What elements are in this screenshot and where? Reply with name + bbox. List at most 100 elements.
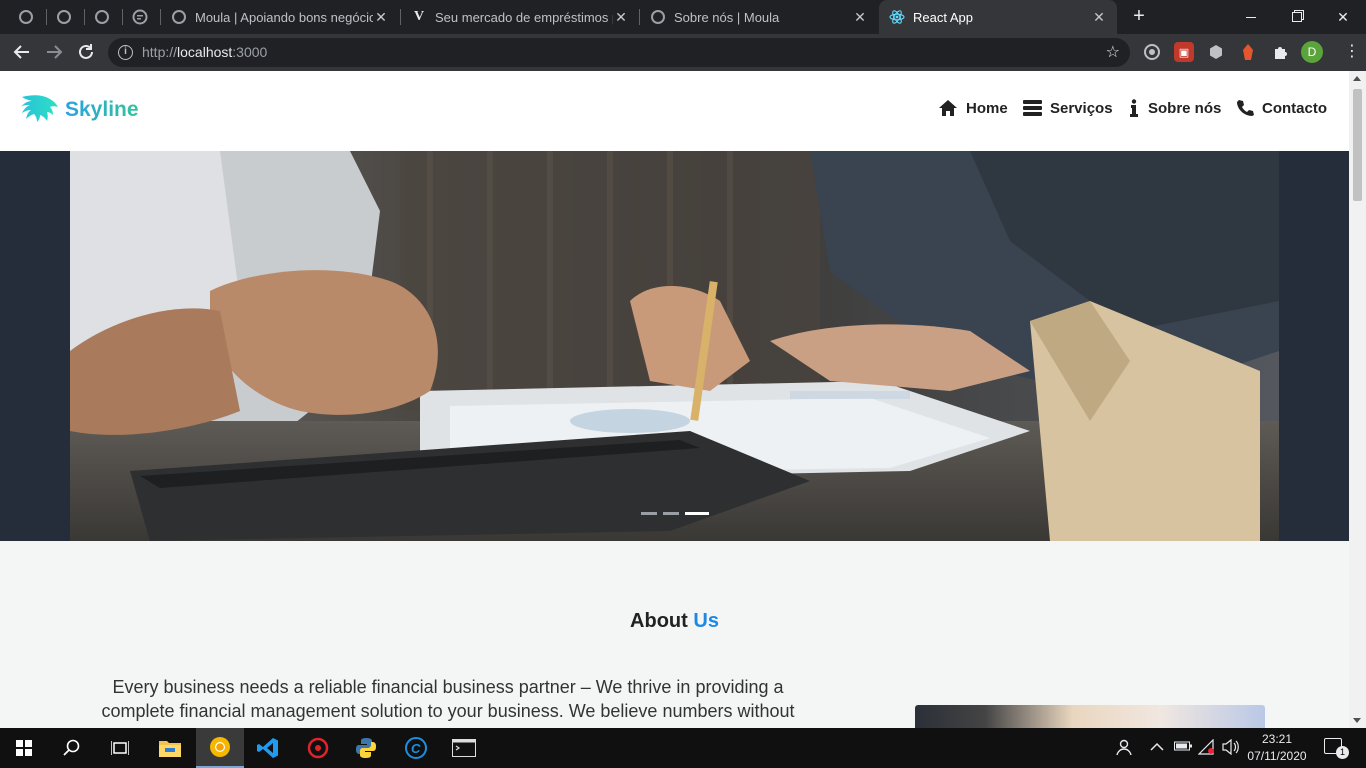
tab-title: Moula | Apoiando bons negócios — [195, 9, 373, 25]
about-paragraph: Every business needs a reliable financia… — [101, 677, 795, 721]
new-tab-button[interactable]: + — [1128, 5, 1150, 27]
nav-services[interactable]: Serviços — [1023, 99, 1113, 117]
extension-orange-icon[interactable] — [1238, 42, 1258, 62]
forward-arrow-icon — [47, 45, 63, 59]
carousel-indicator-3[interactable] — [685, 512, 709, 515]
taskbar-clock[interactable]: 23:21 07/11/2020 — [1244, 731, 1310, 765]
profile-avatar[interactable]: D — [1301, 41, 1323, 63]
python-taskbar-button[interactable] — [342, 728, 390, 768]
tab-moula-home[interactable]: Moula | Apoiando bons negócios ✕ — [161, 0, 399, 34]
browser-menu-icon[interactable]: ⋮ — [1344, 42, 1360, 62]
browser-toolbar: i http://localhost:3000 ☆ ▣ D ⋮ — [0, 34, 1366, 71]
globe-icon — [171, 9, 187, 25]
volume-icon[interactable] — [1222, 738, 1240, 758]
tab-moula-about[interactable]: Sobre nós | Moula ✕ — [640, 0, 878, 34]
extension-target-icon[interactable] — [1142, 42, 1162, 62]
url-text[interactable]: http://localhost:3000 — [142, 44, 267, 60]
tab-loans-market[interactable]: V Seu mercado de empréstimos pa ✕ — [401, 0, 639, 34]
site-info-icon[interactable]: i — [118, 45, 133, 60]
nav-contact-label: Contacto — [1262, 99, 1327, 117]
vscode-taskbar-button[interactable] — [244, 728, 292, 768]
file-explorer-icon — [159, 741, 181, 757]
url-protocol: http:// — [142, 44, 178, 60]
ccleaner-icon: C — [405, 737, 427, 759]
back-arrow-icon — [13, 45, 29, 59]
pinned-tab-2[interactable] — [46, 6, 82, 28]
close-tab-icon[interactable]: ✕ — [852, 9, 868, 26]
forward-button[interactable] — [42, 40, 66, 64]
site-logo[interactable]: Skyline — [20, 93, 139, 127]
extension-cube-icon[interactable] — [1206, 42, 1226, 62]
minimize-icon — [1246, 16, 1256, 18]
close-tab-icon[interactable]: ✕ — [1091, 9, 1107, 26]
tab-title: Sobre nós | Moula — [674, 9, 780, 25]
reload-icon — [79, 44, 93, 59]
tab-react-app[interactable]: React App ✕ — [879, 0, 1117, 34]
battery-icon[interactable] — [1174, 740, 1192, 755]
pinned-tab-3[interactable] — [84, 6, 120, 28]
v-logo-icon: V — [413, 9, 425, 24]
about-heading-main: About — [630, 610, 688, 632]
page-viewport: Skyline Home Serviços Sobre nós Contacto — [0, 71, 1349, 728]
windows-taskbar: C 23:21 07/11/2020 1 — [0, 728, 1366, 768]
scrollbar-thumb[interactable] — [1353, 89, 1362, 201]
url-port: :3000 — [232, 44, 268, 60]
bookmark-star-icon[interactable]: ☆ — [1106, 42, 1120, 62]
opera-taskbar-button[interactable] — [294, 728, 342, 768]
page-scrollbar[interactable] — [1349, 71, 1366, 728]
home-icon — [938, 99, 958, 117]
taskbar-search-button[interactable] — [48, 728, 96, 768]
extensions-puzzle-icon[interactable] — [1270, 42, 1290, 62]
opera-icon — [307, 737, 329, 759]
globe-icon — [650, 9, 666, 25]
react-icon — [889, 9, 905, 25]
search-icon — [63, 739, 80, 756]
restore-button[interactable] — [1274, 0, 1320, 34]
start-icon — [16, 740, 32, 756]
task-view-button[interactable] — [96, 728, 144, 768]
nav-services-label: Serviços — [1050, 99, 1113, 117]
minimize-button[interactable] — [1228, 0, 1274, 34]
notification-badge: 1 — [1336, 746, 1349, 759]
action-center-icon[interactable]: 1 — [1324, 738, 1349, 759]
task-view-icon — [111, 741, 129, 755]
clock-date: 07/11/2020 — [1247, 749, 1307, 763]
ccleaner-taskbar-button[interactable]: C — [392, 728, 440, 768]
extension-red-icon[interactable]: ▣ — [1174, 42, 1194, 62]
scroll-up-arrow-icon[interactable] — [1353, 76, 1361, 81]
network-icon[interactable] — [1197, 738, 1216, 758]
nav-contact[interactable]: Contacto — [1236, 99, 1327, 117]
chat-icon — [132, 9, 148, 25]
browser-tab-strip: Moula | Apoiando bons negócios ✕ V Seu m… — [0, 0, 1366, 34]
carousel-indicator-1[interactable] — [641, 512, 657, 515]
url-host: localhost — [177, 44, 233, 60]
address-bar[interactable]: i http://localhost:3000 ☆ — [108, 38, 1130, 67]
start-button[interactable] — [0, 728, 48, 768]
terminal-icon — [452, 739, 476, 757]
globe-icon — [19, 10, 33, 24]
terminal-taskbar-button[interactable] — [440, 728, 488, 768]
nav-home-label: Home — [966, 99, 1008, 117]
svg-text:C: C — [411, 741, 421, 756]
globe-icon — [57, 10, 71, 24]
close-window-button[interactable]: ✕ — [1320, 0, 1366, 34]
pinned-tab-4[interactable] — [122, 6, 158, 28]
hero-image-business-meeting — [70, 151, 1279, 541]
about-image — [915, 705, 1265, 728]
about-heading-accent: Us — [693, 610, 719, 632]
nav-home[interactable]: Home — [938, 99, 1008, 117]
carousel-indicators — [641, 512, 715, 515]
back-button[interactable] — [10, 40, 34, 64]
pinned-tab-1[interactable] — [8, 6, 44, 28]
close-tab-icon[interactable]: ✕ — [613, 9, 629, 26]
people-icon[interactable] — [1115, 738, 1133, 759]
site-header: Skyline Home Serviços Sobre nós Contacto — [0, 71, 1349, 151]
nav-about[interactable]: Sobre nós — [1128, 99, 1221, 117]
scroll-down-arrow-icon[interactable] — [1353, 718, 1361, 723]
carousel-indicator-2[interactable] — [663, 512, 679, 515]
chrome-taskbar-button[interactable] — [196, 728, 244, 768]
close-tab-icon[interactable]: ✕ — [373, 9, 389, 26]
tray-expand-icon[interactable] — [1150, 740, 1164, 755]
reload-button[interactable] — [74, 40, 98, 64]
file-explorer-button[interactable] — [146, 728, 194, 768]
